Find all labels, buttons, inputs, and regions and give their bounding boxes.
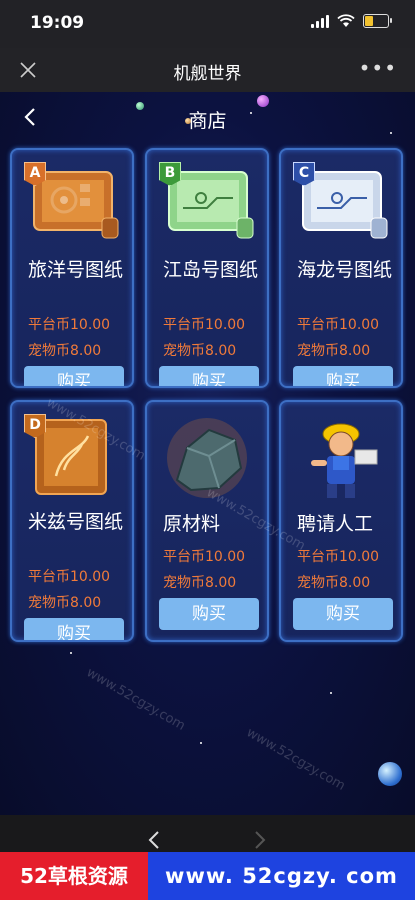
star [330,692,332,694]
shop-item-card: 原材料 平台币10.00 宠物币8.00 购买 [145,400,269,642]
item-price-platform: 平台币10.00 [297,317,380,333]
more-icon[interactable]: ••• [359,56,397,80]
status-time: 19:09 [30,13,85,33]
item-name: 原材料 [163,513,221,535]
watermark: www.52cgzy.com [243,725,348,794]
item-name: 海龙号图纸 [297,259,393,281]
raw-material-icon [167,418,247,498]
shop-item-card: 聘请人工 平台币10.00 宠物币8.00 购买 [279,400,403,642]
wifi-icon [337,14,355,27]
banner-brand[interactable]: 52草根资源 [0,852,148,900]
app-title: 机舰世界 [173,64,242,84]
star [200,742,202,744]
app-header: 机舰世界 ••• [0,48,415,92]
buy-button[interactable]: 购买 [159,366,259,386]
item-name: 旅洋号图纸 [28,259,124,281]
item-price-platform: 平台币10.00 [28,317,111,333]
worker-icon [311,423,378,498]
shop-item-card: C 海龙号图纸 平台币10.00 宠物币8.00 购买 [279,148,403,388]
item-price-platform: 平台币10.00 [28,569,111,585]
planet [378,762,402,786]
item-price-platform: 平台币10.00 [297,549,380,565]
shop-item-card: A 旅洋号图纸 平台币10.00 宠物币8.00 购买 [10,148,134,388]
ad-banner[interactable]: 52草根资源 www. 52cgzy. com [0,852,415,900]
buy-button[interactable]: 购买 [293,598,393,630]
browser-back-icon[interactable] [146,829,162,851]
item-price-pet: 宠物币8.00 [163,575,237,591]
shop-item-card: D 米兹号图纸 平台币10.00 宠物币8.00 购买 [10,400,134,642]
status-bar: 19:09 [0,0,415,48]
buy-button[interactable]: 购买 [159,598,259,630]
buy-button[interactable]: 购买 [293,366,393,386]
buy-button[interactable]: 购买 [24,366,124,386]
browser-forward-icon[interactable] [252,829,268,851]
banner-url[interactable]: www. 52cgzy. com [148,852,415,900]
star [70,652,72,654]
item-name: 聘请人工 [297,513,374,535]
item-price-pet: 宠物币8.00 [28,343,102,359]
item-price-pet: 宠物币8.00 [163,343,237,359]
item-price-platform: 平台币10.00 [163,317,246,333]
item-price-pet: 宠物币8.00 [297,343,371,359]
status-icons [311,14,392,28]
item-price-platform: 平台币10.00 [163,549,246,565]
signal-icon [311,14,329,28]
item-name: 江岛号图纸 [163,259,259,281]
watermark: www.52cgzy.com [83,665,188,734]
battery-icon [363,14,392,28]
shop-item-card: B 江岛号图纸 平台币10.00 宠物币8.00 购买 [145,148,269,388]
buy-button[interactable]: 购买 [24,618,124,640]
item-name: 米兹号图纸 [28,511,124,533]
shop-page: 商店 A 旅洋号图纸 平台币10.00 宠物币8.00 购买 B 江岛号图纸 平… [0,92,415,815]
item-price-pet: 宠物币8.00 [28,595,102,611]
shop-title: 商店 [188,110,227,132]
item-price-pet: 宠物币8.00 [297,575,371,591]
